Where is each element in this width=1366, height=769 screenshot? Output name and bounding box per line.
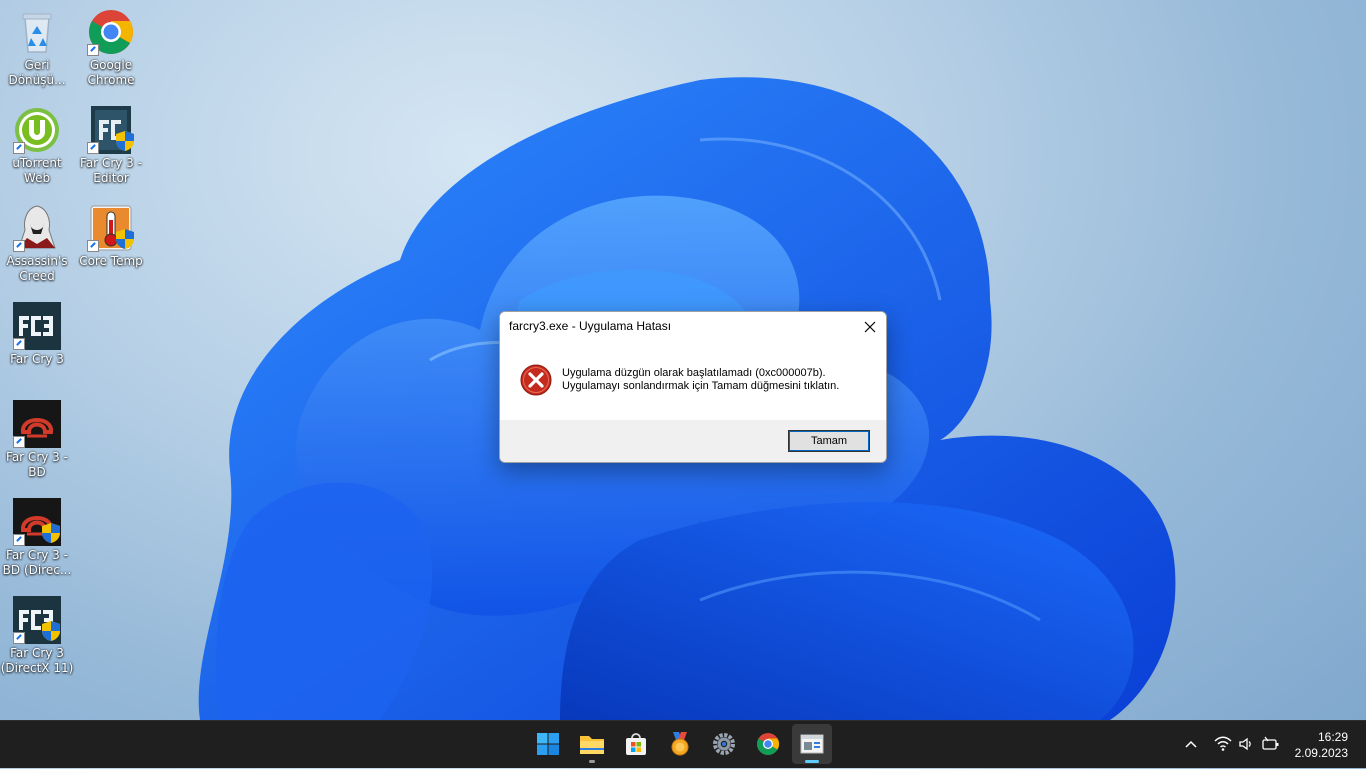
desktop-icon-utorrent-web[interactable]: uTorrent Web	[0, 106, 74, 186]
desktop-icon-label: Geri Dönüşü...	[8, 58, 66, 87]
active-indicator	[805, 760, 819, 763]
settings-icon	[713, 733, 735, 755]
dialog-body: Uygulama düzgün olarak başlatılamadı (0x…	[500, 342, 886, 419]
clock[interactable]: 16:29 2.09.2023	[1295, 729, 1348, 761]
assassins-creed-icon	[13, 204, 61, 252]
taskbar-app-window[interactable]	[792, 724, 832, 764]
desktop-icon-farcry3[interactable]: Far Cry 3	[0, 302, 74, 367]
chrome-icon	[87, 8, 135, 56]
clock-date: 2.09.2023	[1294, 746, 1348, 760]
desktop-icon-assassins-creed[interactable]: Assassin's Creed	[0, 204, 74, 284]
farcry3-dx11-icon	[13, 596, 61, 644]
speaker-icon	[1239, 737, 1251, 751]
chrome-icon	[757, 733, 779, 755]
medal-app-icon	[671, 732, 689, 756]
volume-control[interactable]	[1238, 736, 1254, 756]
farcry3-bd-directx-icon	[13, 498, 61, 546]
show-hidden-icons-button[interactable]	[1184, 737, 1198, 756]
taskbar-settings[interactable]	[704, 724, 744, 764]
shortcut-arrow-icon	[13, 240, 25, 252]
desktop-icon-farcry3-bd[interactable]: Far Cry 3 - BD	[0, 400, 74, 480]
utorrent-icon	[13, 106, 61, 154]
dialog-title: farcry3.exe - Uygulama Hatası	[509, 319, 672, 333]
dialog-titlebar[interactable]: farcry3.exe - Uygulama Hatası	[500, 312, 886, 342]
farcry3-icon	[13, 302, 61, 350]
shortcut-arrow-icon	[87, 240, 99, 252]
taskbar: 16:29 2.09.2023	[0, 720, 1366, 768]
desktop-icon-core-temp[interactable]: Core Temp	[74, 204, 148, 269]
desktop-icon-farcry3-bd-directx[interactable]: Far Cry 3 - BD (Direc...	[0, 498, 74, 578]
taskbar-microsoft-store[interactable]	[616, 724, 656, 764]
error-icon	[520, 364, 552, 396]
wifi-icon	[1214, 736, 1232, 751]
shortcut-arrow-icon	[13, 436, 25, 448]
dialog-message: Uygulama düzgün olarak başlatılamadı (0x…	[562, 367, 839, 393]
shortcut-arrow-icon	[13, 632, 25, 644]
application-error-dialog: farcry3.exe - Uygulama Hatası Uygulama d…	[499, 311, 887, 463]
shortcut-arrow-icon	[13, 534, 25, 546]
uac-shield-icon	[42, 523, 60, 543]
battery-status[interactable]	[1262, 736, 1280, 756]
uac-shield-icon	[116, 131, 134, 151]
desktop-icon-label: Google Chrome	[87, 58, 135, 87]
desktop-icon-farcry3-dx11[interactable]: Far Cry 3 (DirectX 11)	[0, 596, 74, 676]
desktop-icon-google-chrome[interactable]: Google Chrome	[74, 8, 148, 88]
battery-charging-icon	[1262, 736, 1279, 750]
shortcut-arrow-icon	[87, 142, 99, 154]
uac-shield-icon	[116, 229, 134, 249]
uac-shield-icon	[42, 621, 60, 641]
desktop-icon-farcry3-editor[interactable]: Far Cry 3 - Editor	[74, 106, 148, 186]
desktop-icon-label: Far Cry 3 - Editor	[80, 156, 142, 185]
app-window-icon	[800, 734, 824, 754]
microsoft-store-icon	[626, 733, 646, 755]
start-button[interactable]	[528, 724, 568, 764]
running-indicator	[589, 760, 595, 763]
desktop-icon-label: Core Temp	[79, 254, 143, 268]
desktop-icon-label: Assassin's Creed	[6, 254, 68, 283]
close-icon	[864, 321, 876, 333]
dialog-message-line: Uygulama düzgün olarak başlatılamadı (0x…	[562, 367, 826, 379]
taskbar-medal-app[interactable]	[660, 724, 700, 764]
shortcut-arrow-icon	[87, 44, 99, 56]
desktop-icon-label: uTorrent Web	[12, 156, 62, 185]
core-temp-icon	[87, 204, 135, 252]
taskbar-file-explorer[interactable]	[572, 724, 612, 764]
taskbar-chrome[interactable]	[748, 724, 788, 764]
desktop-icon-label: Far Cry 3 - BD	[6, 450, 68, 479]
close-button[interactable]	[854, 312, 886, 342]
dialog-message-line: Uygulamayı sonlandırmak için Tamam düğme…	[562, 380, 840, 392]
network-status[interactable]	[1214, 736, 1232, 756]
chevron-up-icon	[1185, 740, 1197, 748]
shortcut-arrow-icon	[13, 142, 25, 154]
desktop-icon-label: Far Cry 3 - BD (Direc...	[2, 548, 72, 577]
desktop-icon-recycle-bin[interactable]: Geri Dönüşü...	[0, 8, 74, 88]
shortcut-arrow-icon	[13, 338, 25, 350]
clock-time: 16:29	[1317, 730, 1348, 744]
dialog-footer: Tamam	[500, 420, 886, 462]
farcry3-editor-icon	[87, 106, 135, 154]
file-explorer-icon	[580, 736, 604, 754]
desktop-icon-label: Far Cry 3	[10, 352, 64, 366]
taskbar-apps	[528, 724, 832, 764]
recycle-bin-icon	[13, 8, 61, 56]
farcry3-bd-icon	[13, 400, 61, 448]
ok-button[interactable]: Tamam	[788, 430, 870, 452]
desktop-icon-label: Far Cry 3 (DirectX 11)	[0, 646, 74, 675]
start-icon	[537, 733, 559, 755]
